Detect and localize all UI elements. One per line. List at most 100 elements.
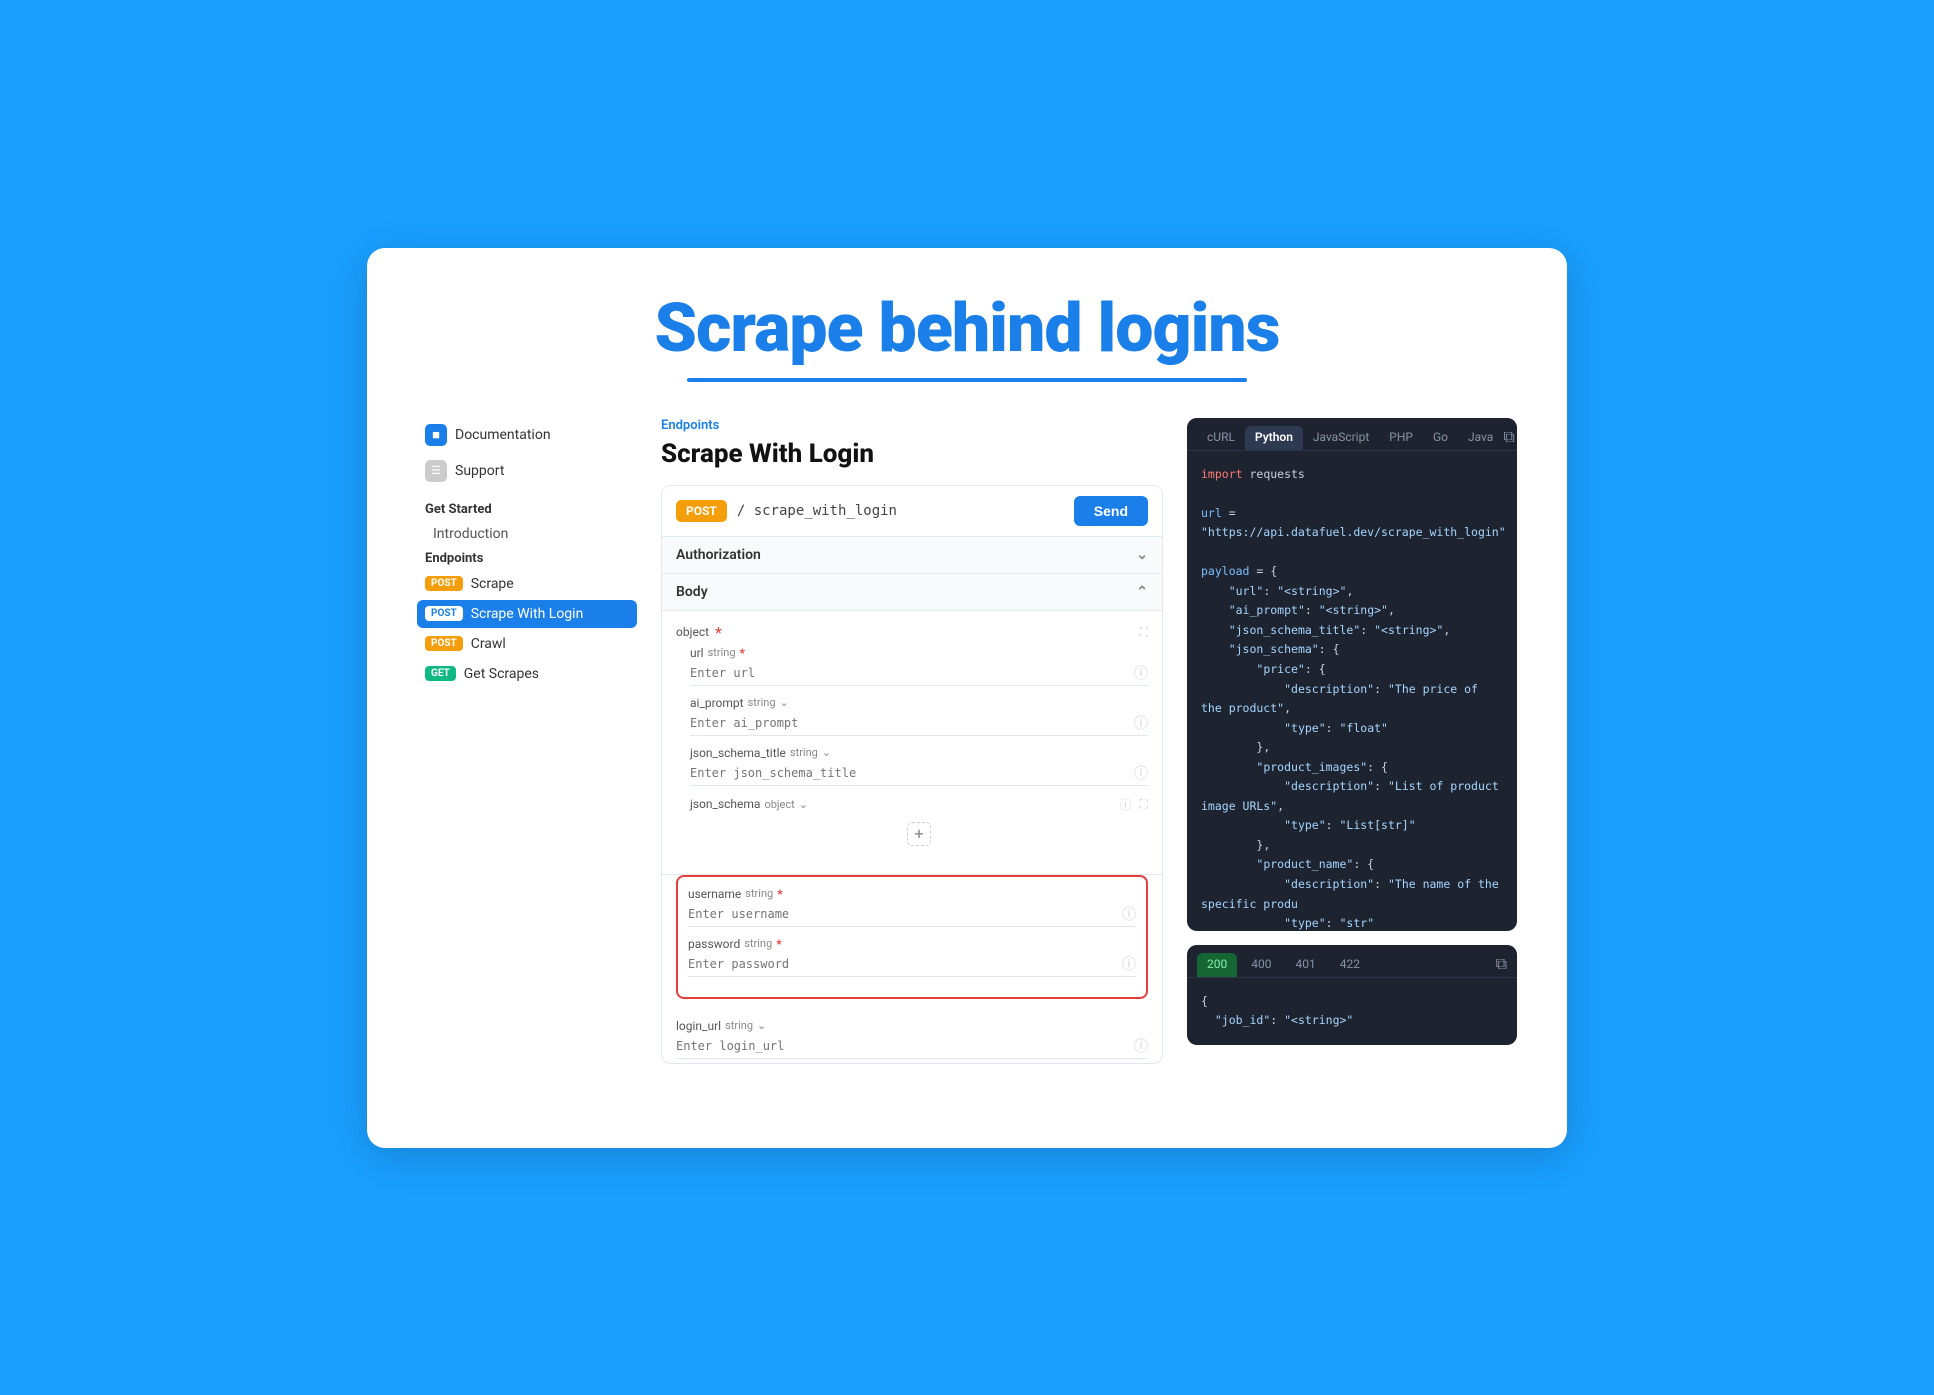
response-body: { "job_id": "<string>"	[1187, 978, 1517, 1045]
json-schema-title-field-row: json_schema_title string ⌄ ⓘ	[676, 746, 1148, 786]
code-body: import requests url = "https://api.dataf…	[1187, 451, 1517, 931]
tab-400[interactable]: 400	[1241, 953, 1281, 977]
add-field-button[interactable]: +	[690, 816, 1148, 852]
code-line	[1201, 543, 1503, 563]
badge-post-crawl: POST	[425, 636, 463, 651]
password-field-row: password string * ⓘ	[688, 937, 1136, 977]
code-line: "price": {	[1201, 660, 1503, 680]
tab-401[interactable]: 401	[1285, 953, 1325, 977]
sidebar-endpoint-get-scrapes-label: Get Scrapes	[464, 666, 539, 682]
json-schema-label: json_schema object ⌄ ⓘ ⛶	[690, 796, 1148, 813]
body-header[interactable]: Body ⌃	[662, 574, 1162, 611]
method-badge: POST	[676, 500, 727, 522]
sidebar-endpoint-get-scrapes[interactable]: GET Get Scrapes	[417, 660, 637, 688]
get-started-label: Get Started	[425, 502, 637, 517]
response-block: 200 400 401 422 ⧉ { "job_id": "<string>"	[1187, 945, 1517, 1045]
sidebar-endpoint-scrape-label: Scrape	[471, 576, 514, 592]
url-label: url string *	[690, 646, 1148, 660]
code-line	[1201, 484, 1503, 504]
login-url-input-row: ⓘ	[676, 1036, 1148, 1059]
json-schema-title-label: json_schema_title string ⌄	[690, 746, 1148, 760]
code-line: payload = {	[1201, 562, 1503, 582]
tab-curl[interactable]: cURL	[1197, 426, 1245, 450]
code-tabs: cURL Python JavaScript PHP Go Java ⧉	[1187, 418, 1517, 451]
tab-go[interactable]: Go	[1423, 426, 1458, 450]
password-input[interactable]	[688, 955, 1118, 973]
json-schema-expand-icon[interactable]: ⓘ	[1120, 796, 1132, 813]
username-input-row: ⓘ	[688, 904, 1136, 927]
sidebar-endpoint-crawl[interactable]: POST Crawl	[417, 630, 637, 658]
json-schema-title-input[interactable]	[690, 764, 1130, 782]
code-line: "description": "The price of the product…	[1201, 680, 1503, 719]
doc-icon: ■	[425, 424, 447, 446]
username-label: username string *	[688, 887, 1136, 901]
tab-422[interactable]: 422	[1330, 953, 1370, 977]
code-line: "type": "str"	[1201, 914, 1503, 930]
code-line: },	[1201, 836, 1503, 856]
sidebar-item-documentation[interactable]: ■ Documentation	[417, 418, 637, 452]
url-input[interactable]	[690, 664, 1130, 682]
authorization-label: Authorization	[676, 547, 761, 563]
main-card: Scrape behind logins ■ Documentation ☰ S…	[367, 248, 1567, 1148]
code-line: "type": "List[str]"	[1201, 816, 1503, 836]
code-line: "json_schema": {	[1201, 640, 1503, 660]
page-title: Scrape With Login	[661, 439, 1163, 469]
json-schema-field-row: json_schema object ⌄ ⓘ ⛶ +	[676, 796, 1148, 852]
api-endpoint-bar: POST / scrape_with_login Send	[662, 486, 1162, 537]
response-line: "job_id": "<string>"	[1201, 1011, 1503, 1031]
sidebar-doc-label: Documentation	[455, 427, 551, 443]
ai-prompt-info-icon: ⓘ	[1134, 713, 1148, 733]
code-line: "url": "<string>",	[1201, 582, 1503, 602]
tab-php[interactable]: PHP	[1379, 426, 1423, 450]
body-label: Body	[676, 584, 708, 600]
sidebar-item-introduction[interactable]: Introduction	[417, 521, 637, 547]
sidebar-endpoint-scrape-login-label: Scrape With Login	[471, 606, 584, 622]
badge-get-scrapes: GET	[425, 666, 456, 681]
password-label: password string *	[688, 937, 1136, 951]
password-info-icon: ⓘ	[1122, 954, 1136, 974]
json-schema-title-info-icon: ⓘ	[1134, 763, 1148, 783]
response-tabs: 200 400 401 422 ⧉	[1187, 945, 1517, 978]
support-icon: ☰	[425, 460, 447, 482]
code-line: "description": "The name of the specific…	[1201, 875, 1503, 914]
hero-title: Scrape behind logins	[417, 288, 1517, 368]
ai-prompt-input-row: ⓘ	[690, 713, 1148, 736]
ai-prompt-input[interactable]	[690, 714, 1130, 732]
sidebar: ■ Documentation ☰ Support Get Started In…	[417, 418, 637, 1064]
authorization-header[interactable]: Authorization ⌄	[662, 537, 1162, 574]
tab-java[interactable]: Java	[1458, 426, 1503, 450]
sidebar-item-support[interactable]: ☰ Support	[417, 454, 637, 488]
expand-icon[interactable]: ⛶	[1140, 625, 1148, 640]
login-url-field-row: login_url string ⌄ ⓘ	[662, 1009, 1162, 1063]
tab-200[interactable]: 200	[1197, 953, 1237, 977]
code-panel: cURL Python JavaScript PHP Go Java ⧉ imp…	[1187, 418, 1517, 1064]
object-required: *	[715, 623, 722, 642]
code-line: url = "https://api.datafuel.dev/scrape_w…	[1201, 504, 1503, 543]
login-url-info-icon: ⓘ	[1134, 1036, 1148, 1056]
username-input[interactable]	[688, 905, 1118, 923]
json-schema-fullscreen-icon[interactable]: ⛶	[1140, 797, 1148, 812]
badge-post-scrape: POST	[425, 576, 463, 591]
copy-response-button[interactable]: ⧉	[1496, 956, 1507, 974]
copy-code-button[interactable]: ⧉	[1503, 429, 1514, 447]
send-button[interactable]: Send	[1074, 496, 1148, 526]
response-line: {	[1201, 992, 1503, 1012]
credentials-section: username string * ⓘ password	[676, 875, 1148, 999]
url-info-icon: ⓘ	[1134, 663, 1148, 683]
endpoint-path: / scrape_with_login	[737, 503, 1064, 519]
sidebar-endpoint-crawl-label: Crawl	[471, 636, 506, 652]
code-line: "ai_prompt": "<string>",	[1201, 601, 1503, 621]
code-line: "type": "float"	[1201, 719, 1503, 739]
login-url-input[interactable]	[676, 1037, 1130, 1055]
code-line: },	[1201, 738, 1503, 758]
plus-icon[interactable]: +	[907, 822, 931, 846]
sidebar-endpoint-scrape[interactable]: POST Scrape	[417, 570, 637, 598]
sidebar-endpoint-scrape-with-login[interactable]: POST Scrape With Login	[417, 600, 637, 628]
password-input-row: ⓘ	[688, 954, 1136, 977]
ai-prompt-field-row: ai_prompt string ⌄ ⓘ	[676, 696, 1148, 736]
tab-javascript[interactable]: JavaScript	[1303, 426, 1379, 450]
code-line: import requests	[1201, 465, 1503, 485]
tab-python[interactable]: Python	[1245, 426, 1303, 450]
object-label: object	[676, 625, 709, 639]
body-fields-section: object * ⛶ url string * ⓘ	[662, 611, 1162, 875]
